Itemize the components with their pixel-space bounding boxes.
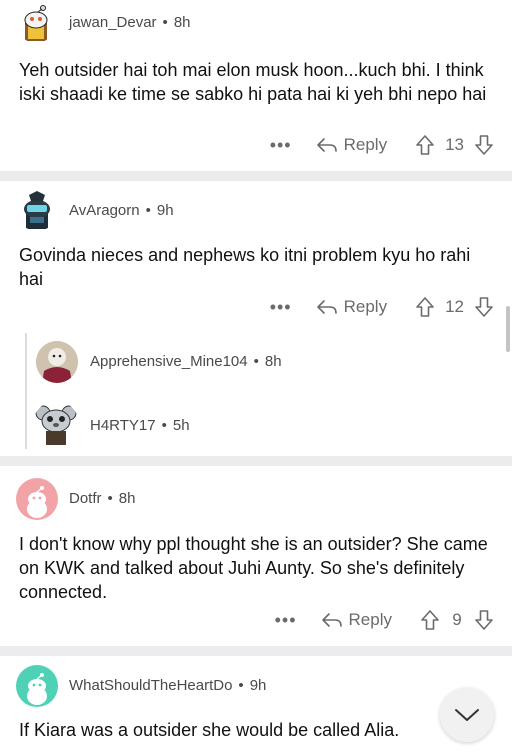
reply-label: Reply xyxy=(348,610,392,629)
reply-icon xyxy=(321,613,342,627)
reply-icon xyxy=(316,138,337,152)
username[interactable]: Dotfr xyxy=(69,490,102,507)
comment-meta: jawan_Devar • 8h xyxy=(69,14,191,31)
vote-controls: 9 xyxy=(420,609,494,631)
username[interactable]: WhatShouldTheHeartDo xyxy=(69,677,232,694)
downvote-icon[interactable] xyxy=(474,609,494,631)
reply-button[interactable]: Reply xyxy=(321,610,392,630)
comment-whatshouldtheheartdo: WhatShouldTheHeartDo • 9h If Kiara was a o… xyxy=(0,656,512,754)
vote-count: 13 xyxy=(445,135,464,154)
reply-button[interactable]: Reply xyxy=(316,297,387,317)
username[interactable]: AvAragorn xyxy=(69,202,140,219)
upvote-icon[interactable] xyxy=(415,134,435,156)
upvote-icon[interactable] xyxy=(420,609,440,631)
comment-age: 8h xyxy=(118,490,136,507)
comment-age: 9h xyxy=(249,677,267,694)
comment-body: I don't know why ppl thought she is an o… xyxy=(19,534,488,602)
avatar[interactable] xyxy=(16,478,58,520)
comment-meta: AvAragorn • 9h xyxy=(69,202,174,219)
vote-count: 12 xyxy=(445,297,464,316)
scrollbar[interactable] xyxy=(506,306,510,352)
comment-actions: ••• Reply 12 xyxy=(270,293,494,321)
username[interactable]: Apprehensive_Mine104 xyxy=(90,353,248,370)
username[interactable]: jawan_Devar xyxy=(69,14,157,31)
meta-separator: • xyxy=(238,677,244,694)
more-icon[interactable]: ••• xyxy=(275,610,297,631)
meta-separator: • xyxy=(145,202,151,219)
meta-separator: • xyxy=(107,490,113,507)
avatar[interactable] xyxy=(16,665,58,707)
more-icon[interactable]: ••• xyxy=(270,297,292,318)
comment-actions: ••• Reply 9 xyxy=(275,606,494,634)
comment-age: 8h xyxy=(173,14,191,31)
username[interactable]: H4RTY17 xyxy=(90,417,156,434)
chevron-down-icon xyxy=(455,709,479,721)
reply-meta: Apprehensive_Mine104 • 8h xyxy=(90,353,282,370)
vote-controls: 12 xyxy=(415,296,494,318)
comment-body: If Kiara was a outsider she would be cal… xyxy=(19,720,400,740)
comment-body: Govinda nieces and nephews ko itni probl… xyxy=(19,245,471,289)
reply-icon xyxy=(316,300,337,314)
avatar[interactable] xyxy=(16,189,58,231)
comment-age: 8h xyxy=(264,353,282,370)
upvote-icon[interactable] xyxy=(415,296,435,318)
comment-avaragorn: AvAragorn • 9h Govinda nieces and nephews … xyxy=(0,181,512,456)
comment-dotfr: Dotfr • 8h I don't know why ppl thought sh… xyxy=(0,466,512,646)
comment-body: Yeh outsider hai toh mai elon musk hoon.… xyxy=(19,60,487,104)
meta-separator: • xyxy=(253,353,259,370)
comment-separator xyxy=(0,456,512,466)
collapse-button[interactable] xyxy=(440,688,494,742)
comment-meta: Dotfr • 8h xyxy=(69,490,135,507)
comment-age: 9h xyxy=(156,202,174,219)
avatar[interactable] xyxy=(16,3,56,43)
vote-count: 9 xyxy=(452,610,462,629)
meta-separator: • xyxy=(161,417,167,434)
meta-separator: • xyxy=(162,14,168,31)
avatar[interactable] xyxy=(33,401,79,447)
comment-jawan-devar: jawan_Devar • 8h Yeh outsider hai toh mai … xyxy=(0,0,512,176)
downvote-icon[interactable] xyxy=(474,134,494,156)
comment-meta: WhatShouldTheHeartDo • 9h xyxy=(69,677,266,694)
reply-label: Reply xyxy=(343,297,388,316)
comment-separator xyxy=(0,646,512,656)
downvote-icon[interactable] xyxy=(474,296,494,318)
reply-meta: H4RTY17 • 5h xyxy=(90,417,190,434)
reply-button[interactable]: Reply xyxy=(316,135,387,155)
comment-age: 5h xyxy=(172,417,190,434)
vote-controls: 13 xyxy=(415,134,494,156)
comment-actions: ••• Reply 13 xyxy=(270,131,494,159)
comment-separator xyxy=(0,171,512,181)
thread-line[interactable] xyxy=(25,333,27,449)
more-icon[interactable]: ••• xyxy=(270,135,292,156)
reply-label: Reply xyxy=(343,135,388,154)
avatar[interactable] xyxy=(36,341,78,383)
